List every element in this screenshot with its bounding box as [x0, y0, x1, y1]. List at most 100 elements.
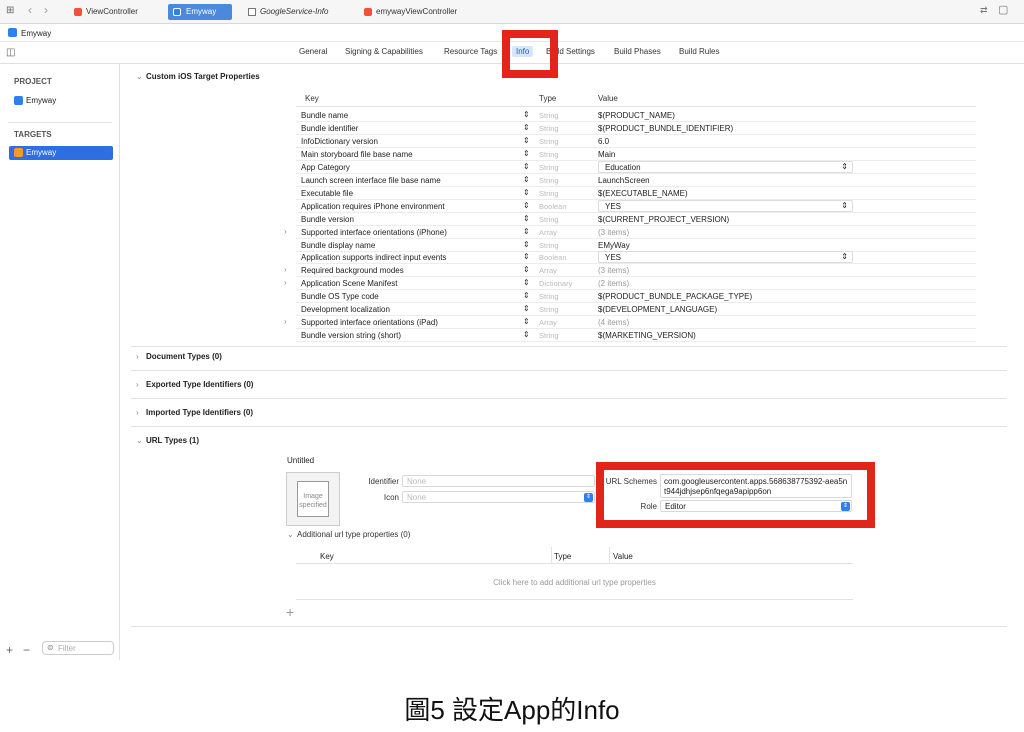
property-value[interactable]: Main [598, 150, 615, 159]
property-row[interactable]: Application requires iPhone environment ⇕… [296, 199, 976, 213]
property-value[interactable]: (2 items) [598, 279, 629, 288]
chevron-right-icon[interactable]: › [284, 265, 287, 274]
property-value[interactable]: $(MARKETING_VERSION) [598, 331, 696, 340]
property-row[interactable]: › Supported interface orientations (iPhon… [284, 226, 976, 239]
stepper-icon[interactable]: ⇕ [523, 291, 530, 300]
property-row[interactable]: Launch screen interface file base name ⇕ S… [296, 174, 976, 187]
stepper-icon[interactable]: ⇕ [523, 175, 530, 184]
property-row[interactable]: Main storyboard file base name ⇕ String Mai… [296, 148, 976, 161]
property-value[interactable]: $(CURRENT_PROJECT_VERSION) [598, 215, 729, 224]
related-items-icon[interactable]: ⇄ [980, 5, 988, 16]
tab-viewcontroller[interactable]: ViewController [70, 4, 138, 20]
property-row[interactable]: Application supports indirect input even… [296, 251, 976, 265]
property-value-select[interactable]: YES ⇕ [598, 199, 853, 212]
stepper-icon[interactable]: ⇕ [523, 149, 530, 158]
icon-select[interactable]: None ⇕ [402, 491, 595, 503]
imported-types-section[interactable]: › Imported Type Identifiers (0) [136, 408, 253, 417]
property-value[interactable]: (3 items) [598, 266, 629, 275]
stepper-icon[interactable]: ⇕ [523, 252, 530, 261]
tab-build-rules[interactable]: Build Rules [679, 47, 719, 56]
property-row[interactable]: Bundle identifier ⇕ String $(PRODUCT_BUNDLE… [296, 122, 976, 135]
plist-file-icon [248, 8, 256, 16]
stepper-icon[interactable]: ⇕ [523, 162, 530, 171]
tab-emywayviewcontroller[interactable]: emywayViewController [360, 4, 457, 20]
tab-build-phases[interactable]: Build Phases [614, 47, 661, 56]
custom-properties-section[interactable]: ⌄ Custom iOS Target Properties [136, 72, 260, 81]
stepper-icon[interactable]: ⇕ [523, 188, 530, 197]
property-row[interactable]: Bundle display name ⇕ String EMyWay [296, 239, 976, 252]
property-value[interactable]: $(PRODUCT_BUNDLE_PACKAGE_TYPE) [598, 292, 752, 301]
url-type-image-well[interactable]: Image specified [286, 472, 340, 526]
identifier-placeholder: None [407, 477, 427, 486]
property-value[interactable]: $(EXECUTABLE_NAME) [598, 189, 688, 198]
additional-properties-toggle[interactable]: ⌄ Additional url type properties (0) [287, 530, 410, 539]
property-row[interactable]: Bundle version string (short) ⇕ String $(MA… [296, 329, 976, 343]
stepper-icon[interactable]: ⇕ [523, 240, 530, 249]
stepper-icon[interactable]: ⇕ [523, 201, 530, 210]
property-value[interactable]: $(DEVELOPMENT_LANGUAGE) [598, 305, 717, 314]
identifier-field[interactable]: None [402, 475, 595, 487]
property-row[interactable]: InfoDictionary version ⇕ String 6.0 [296, 135, 976, 148]
property-value-select[interactable]: Education ⇕ [598, 160, 853, 173]
sidebar-item-target[interactable]: Emyway [9, 146, 113, 160]
sidebar-toggle-icon[interactable]: ◫ [6, 47, 15, 58]
property-type: String [539, 240, 559, 250]
property-row[interactable]: › Supported interface orientations (iPad)… [284, 316, 976, 330]
forward-arrow-icon[interactable]: › [44, 3, 48, 17]
stepper-icon[interactable]: ⇕ [523, 330, 530, 339]
property-row[interactable]: Bundle name ⇕ String $(PRODUCT_NAME) [296, 109, 976, 122]
property-row[interactable]: Bundle version ⇕ String $(CURRENT_PROJECT_V… [296, 213, 976, 226]
stepper-icon[interactable]: ⇕ [523, 227, 530, 236]
tab-resource-tags[interactable]: Resource Tags [444, 47, 497, 56]
stepper-icon[interactable]: ⇕ [523, 278, 530, 287]
exported-types-section[interactable]: › Exported Type Identifiers (0) [136, 380, 253, 389]
grid-icon[interactable]: ⊞ [6, 5, 14, 16]
tab-general[interactable]: General [299, 47, 327, 56]
property-row[interactable]: › Required background modes ⇕ Array (3 items… [284, 264, 976, 278]
chevron-right-icon[interactable]: › [284, 227, 287, 236]
property-value[interactable]: LaunchScreen [598, 176, 650, 185]
add-properties-hint[interactable]: Click here to add additional url type pr… [296, 564, 853, 600]
property-value: Education [605, 162, 641, 172]
sidebar-item-project[interactable]: Emyway [14, 96, 56, 106]
property-value[interactable]: 6.0 [598, 137, 609, 146]
tab-signing-capabilities[interactable]: Signing & Capabilities [345, 47, 423, 56]
stepper-icon[interactable]: ⇕ [523, 123, 530, 132]
add-url-type-icon[interactable]: + [286, 604, 294, 620]
property-value-select[interactable]: YES ⇕ [598, 251, 853, 264]
back-arrow-icon[interactable]: ‹ [28, 3, 32, 17]
breadcrumb-item[interactable]: Emyway [21, 29, 51, 38]
property-value[interactable]: $(PRODUCT_NAME) [598, 111, 675, 120]
stepper-icon[interactable]: ⇕ [523, 110, 530, 119]
property-value[interactable]: $(PRODUCT_BUNDLE_IDENTIFIER) [598, 124, 733, 133]
split-editor-icon[interactable]: ▢ [998, 3, 1008, 16]
stepper-icon: ⇕ [584, 493, 593, 502]
property-row[interactable]: App Category ⇕ String Education ⇕ [296, 160, 976, 174]
filter-field[interactable]: ⊜ Filter [42, 641, 114, 655]
url-types-section[interactable]: ⌄ URL Types (1) [136, 436, 199, 445]
stepper-icon[interactable]: ⇕ [523, 214, 530, 223]
stepper-icon[interactable]: ⇕ [523, 317, 530, 326]
property-row[interactable]: Executable file ⇕ String $(EXECUTABLE_NAME) [296, 187, 976, 200]
icon-label: Icon [383, 493, 399, 502]
property-row[interactable]: › Application Scene Manifest ⇕ Dictionary (2… [284, 277, 976, 291]
property-value[interactable]: (3 items) [598, 228, 629, 237]
stepper-icon[interactable]: ⇕ [523, 136, 530, 145]
property-value[interactable]: EMyWay [598, 241, 630, 250]
stepper-icon[interactable]: ⇕ [523, 265, 530, 274]
remove-icon[interactable]: − [23, 643, 30, 657]
property-row[interactable]: Bundle OS Type code ⇕ String $(PRODUCT_BUND… [296, 290, 976, 304]
chevron-right-icon[interactable]: › [284, 278, 287, 287]
tab-emyway[interactable]: Emyway [168, 4, 232, 20]
property-value[interactable]: (4 items) [598, 318, 629, 327]
property-type: String [539, 149, 559, 159]
property-row[interactable]: Development localization ⇕ String $(DEVELOP… [296, 303, 976, 317]
chevron-right-icon[interactable]: › [284, 317, 287, 326]
property-key: App Category [301, 162, 350, 172]
document-types-section[interactable]: › Document Types (0) [136, 352, 222, 361]
section-title: Imported Type Identifiers (0) [146, 408, 253, 417]
add-icon[interactable]: + [6, 643, 13, 657]
tab-googleservice-info[interactable]: GoogleService-Info [244, 4, 328, 20]
stepper-icon[interactable]: ⇕ [523, 304, 530, 313]
column-type: Type [539, 94, 557, 103]
